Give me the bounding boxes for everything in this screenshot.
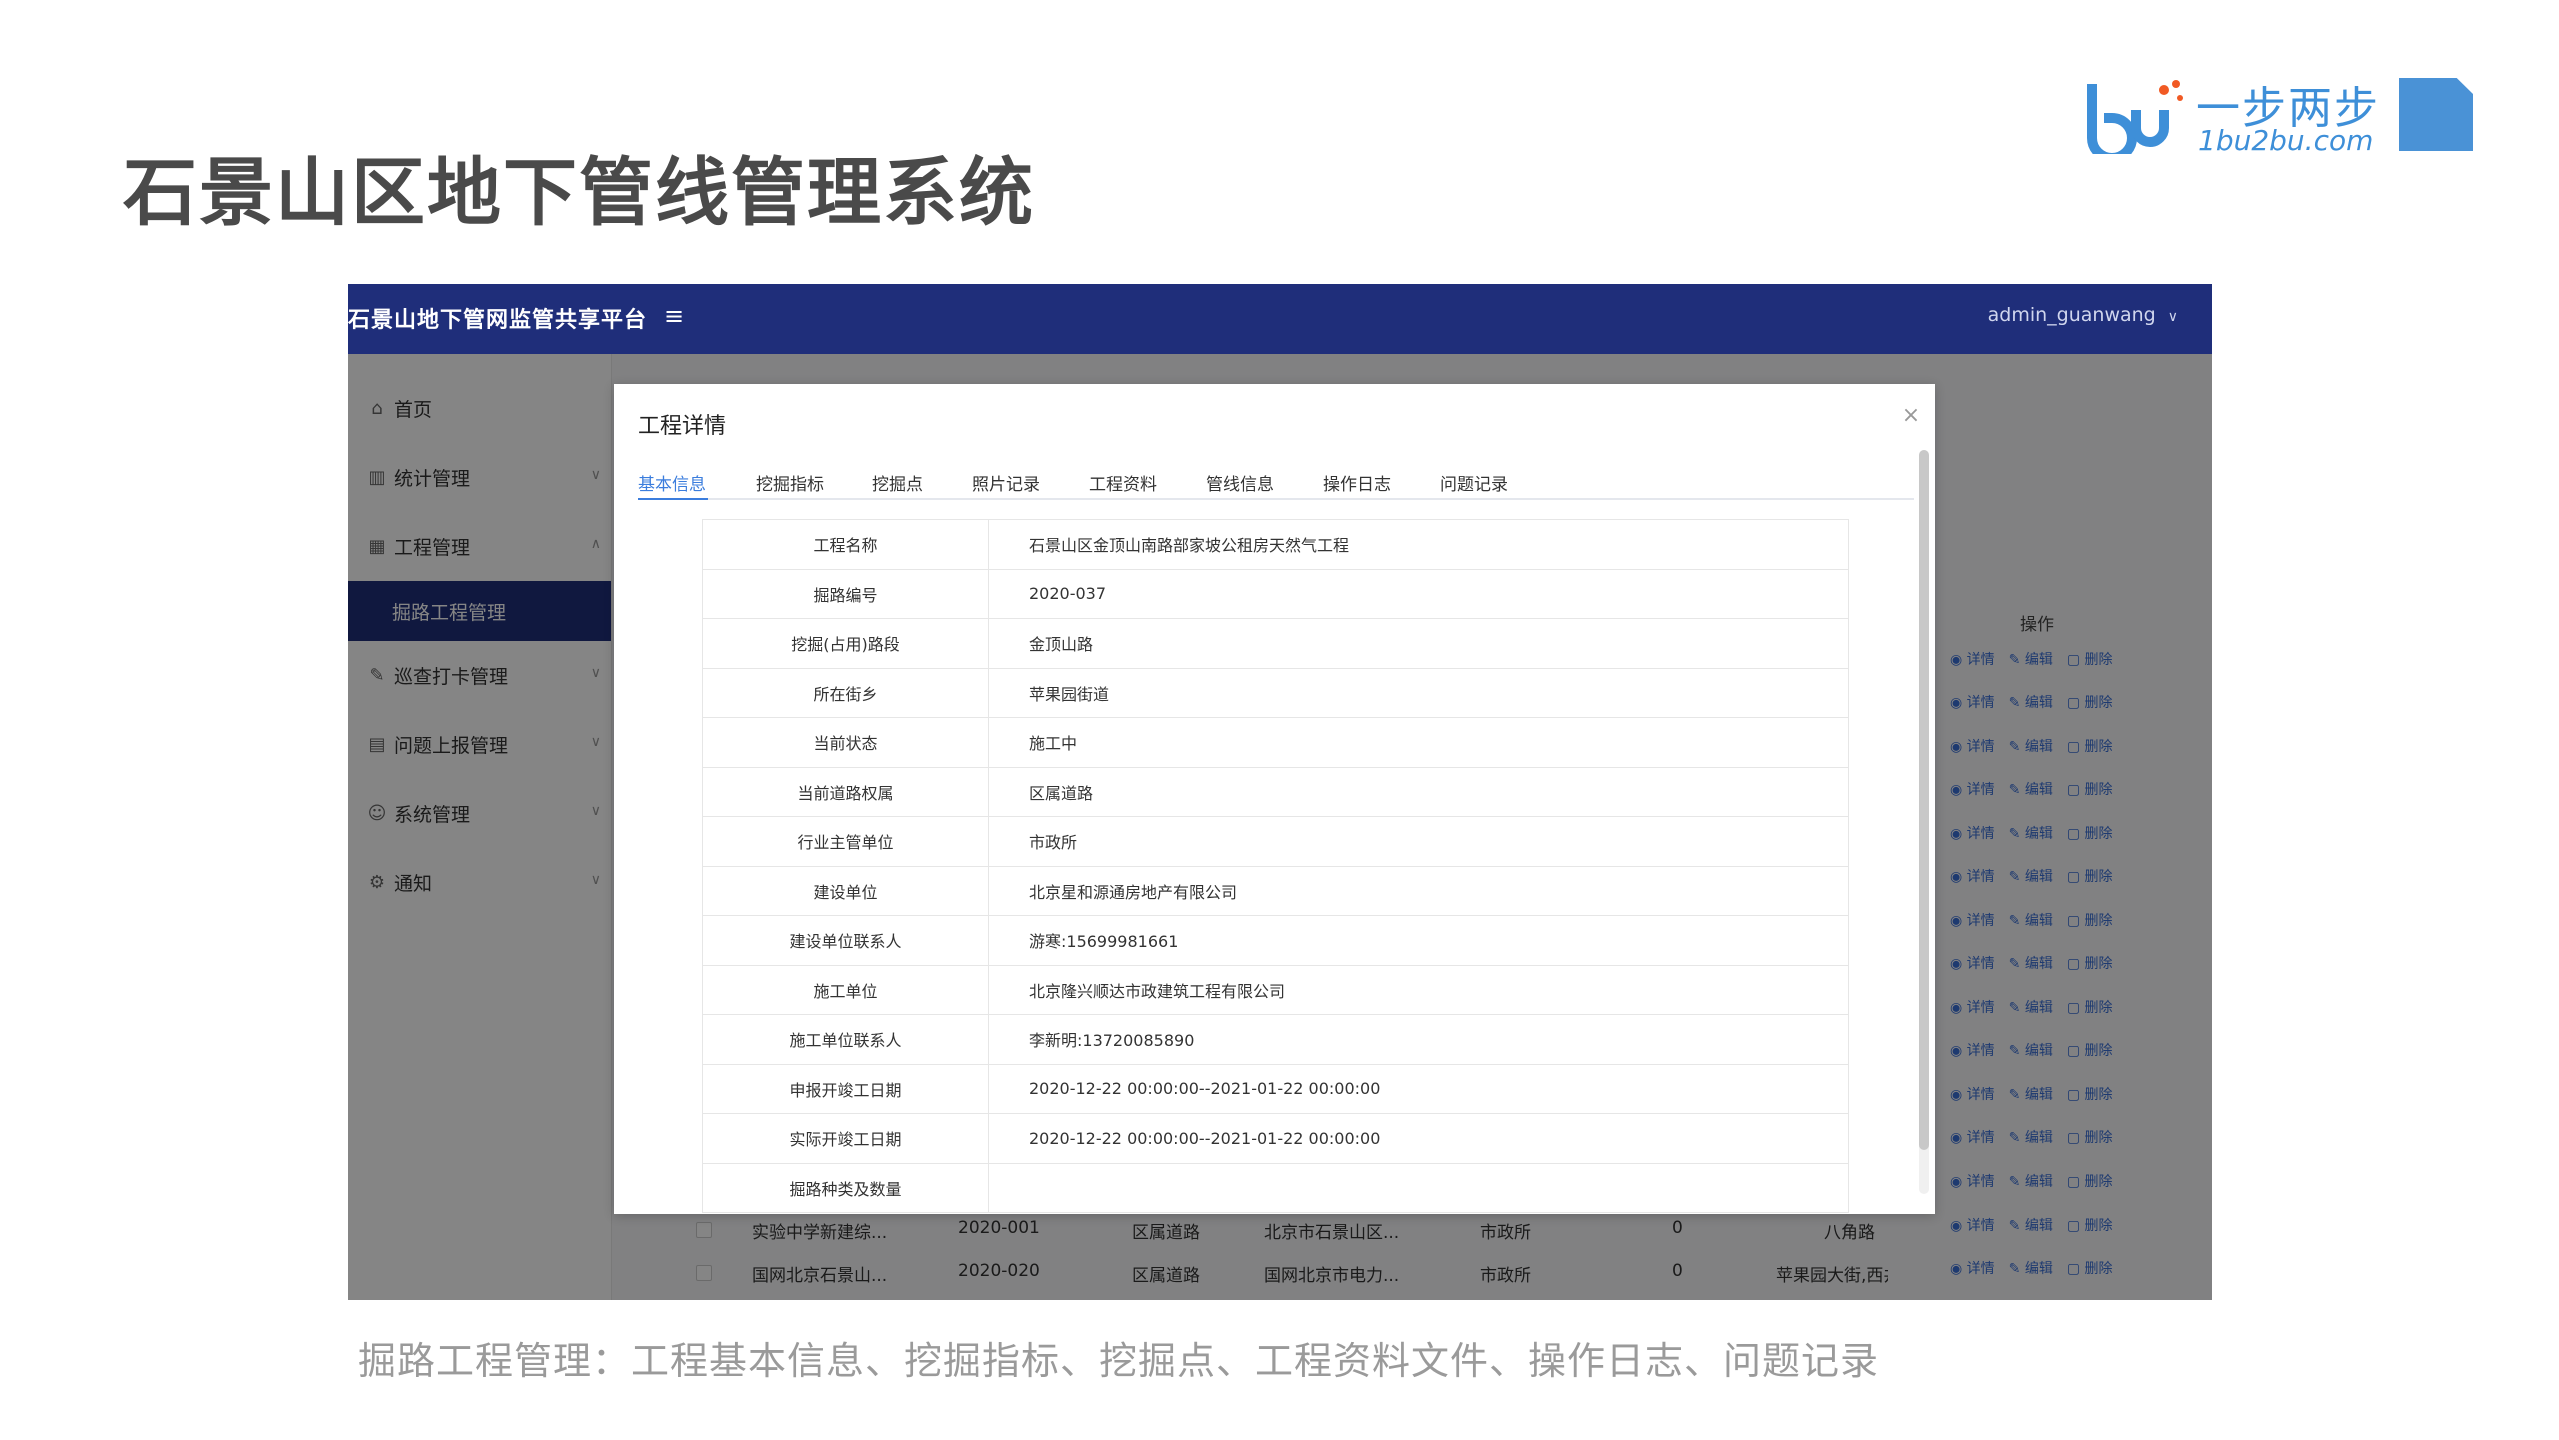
user-menu[interactable]: admin_guanwang ∨ (1988, 304, 2178, 326)
tab-basic-info[interactable]: 基本信息 (638, 470, 706, 495)
info-value: 李新明:13720085890 (988, 1014, 1849, 1065)
info-key: 掘路种类及数量 (702, 1162, 989, 1213)
dialog-title: 工程详情 (638, 414, 727, 439)
info-row: 挖掘(占用)路段 金顶山路 (702, 618, 1849, 669)
info-key: 当前道路权属 (702, 766, 989, 817)
info-value: 市政所 (988, 816, 1849, 867)
logo-mark-icon (2087, 80, 2183, 154)
info-value: 北京隆兴顺达市政建筑工程有限公司 (988, 964, 1849, 1015)
info-key: 实际开竣工日期 (702, 1113, 989, 1164)
info-row: 工程名称 石景山区金顶山南路部家坡公租房天然气工程 (702, 519, 1849, 570)
info-key: 所在街乡 (702, 667, 989, 718)
dialog-tabs: 基本信息 挖掘指标 挖掘点 照片记录 工程资料 管线信息 操作日志 问题记录 (638, 460, 1914, 500)
info-key: 当前状态 (702, 717, 989, 768)
info-row: 施工单位 北京隆兴顺达市政建筑工程有限公司 (702, 964, 1849, 1015)
info-value: 石景山区金顶山南路部家坡公租房天然气工程 (988, 519, 1849, 570)
info-value: 2020-12-22 00:00:00--2021-01-22 00:00:00 (988, 1113, 1849, 1164)
info-key: 建设单位 (702, 865, 989, 916)
info-value: 2020-12-22 00:00:00--2021-01-22 00:00:00 (988, 1063, 1849, 1114)
app-brand: 石景山地下管网监管共享平台 (348, 308, 648, 333)
slide-title: 石景山区地下管线管理系统 (123, 150, 1035, 236)
info-key: 行业主管单位 (702, 816, 989, 867)
info-value: 金顶山路 (988, 618, 1849, 669)
user-name: admin_guanwang (1987, 304, 2156, 326)
info-key: 工程名称 (702, 519, 989, 570)
info-value (988, 1162, 1849, 1213)
info-key: 挖掘(占用)路段 (702, 618, 989, 669)
active-tab-indicator (638, 498, 708, 500)
basic-info-table: 工程名称 石景山区金顶山南路部家坡公租房天然气工程 掘路编号 2020-037 挖掘(占… (702, 519, 1849, 1213)
info-row: 掘路编号 2020-037 (702, 568, 1849, 619)
tab-excavation-points[interactable]: 挖掘点 (872, 470, 923, 495)
info-row: 行业主管单位 市政所 (702, 816, 1849, 867)
info-value: 北京星和源通房地产有限公司 (988, 865, 1849, 916)
app-screenshot: 石景山地下管网监管共享平台 ≡ admin_guanwang ∨ ⌂ 首页 ▥ 统… (348, 284, 2212, 1300)
info-value: 施工中 (988, 717, 1849, 768)
info-key: 掘路编号 (702, 568, 989, 619)
logo-square-decoration (2399, 78, 2473, 151)
info-row: 当前状态 施工中 (702, 717, 1849, 768)
tab-operation-log[interactable]: 操作日志 (1323, 470, 1391, 495)
info-key: 建设单位联系人 (702, 915, 989, 966)
info-row: 实际开竣工日期 2020-12-22 00:00:00--2021-01-22 0… (702, 1113, 1849, 1164)
info-row: 当前道路权属 区属道路 (702, 766, 1849, 817)
info-value: 区属道路 (988, 766, 1849, 817)
info-value: 游寒:15699981661 (988, 915, 1849, 966)
hamburger-menu-icon[interactable]: ≡ (664, 304, 688, 328)
tab-pipeline-info[interactable]: 管线信息 (1206, 470, 1274, 495)
close-icon[interactable]: × (1899, 404, 1923, 428)
app-topbar: 石景山地下管网监管共享平台 ≡ admin_guanwang ∨ (348, 284, 2212, 354)
tab-photos[interactable]: 照片记录 (972, 470, 1040, 495)
info-key: 申报开竣工日期 (702, 1063, 989, 1114)
info-row: 申报开竣工日期 2020-12-22 00:00:00--2021-01-22 0… (702, 1063, 1849, 1114)
info-key: 施工单位 (702, 964, 989, 1015)
dialog-scrollbar-thumb[interactable] (1919, 450, 1929, 1150)
info-row: 建设单位联系人 游寒:15699981661 (702, 915, 1849, 966)
tab-issue-records[interactable]: 问题记录 (1440, 470, 1508, 495)
slide: 石景山区地下管线管理系统 一步两步 1bu2bu.com 石景山地下管网监管共享… (0, 0, 2559, 1440)
slide-caption: 掘路工程管理：工程基本信息、挖掘指标、挖掘点、工程资料文件、操作日志、问题记录 (358, 1339, 1880, 1383)
info-value: 苹果园街道 (988, 667, 1849, 718)
tab-documents[interactable]: 工程资料 (1089, 470, 1157, 495)
info-value: 2020-037 (988, 568, 1849, 619)
info-row: 施工单位联系人 李新明:13720085890 (702, 1014, 1849, 1065)
tab-excavation-index[interactable]: 挖掘指标 (756, 470, 824, 495)
info-row: 建设单位 北京星和源通房地产有限公司 (702, 865, 1849, 916)
logo-en-text: 1bu2bu.com (2198, 124, 2374, 157)
chevron-down-icon: ∨ (2167, 309, 2178, 325)
info-row: 所在街乡 苹果园街道 (702, 667, 1849, 718)
info-row: 掘路种类及数量 (702, 1162, 1849, 1213)
project-detail-dialog: 工程详情 × 基本信息 挖掘指标 挖掘点 照片记录 工程资料 管线信息 操作日志… (614, 384, 1935, 1214)
info-key: 施工单位联系人 (702, 1014, 989, 1065)
